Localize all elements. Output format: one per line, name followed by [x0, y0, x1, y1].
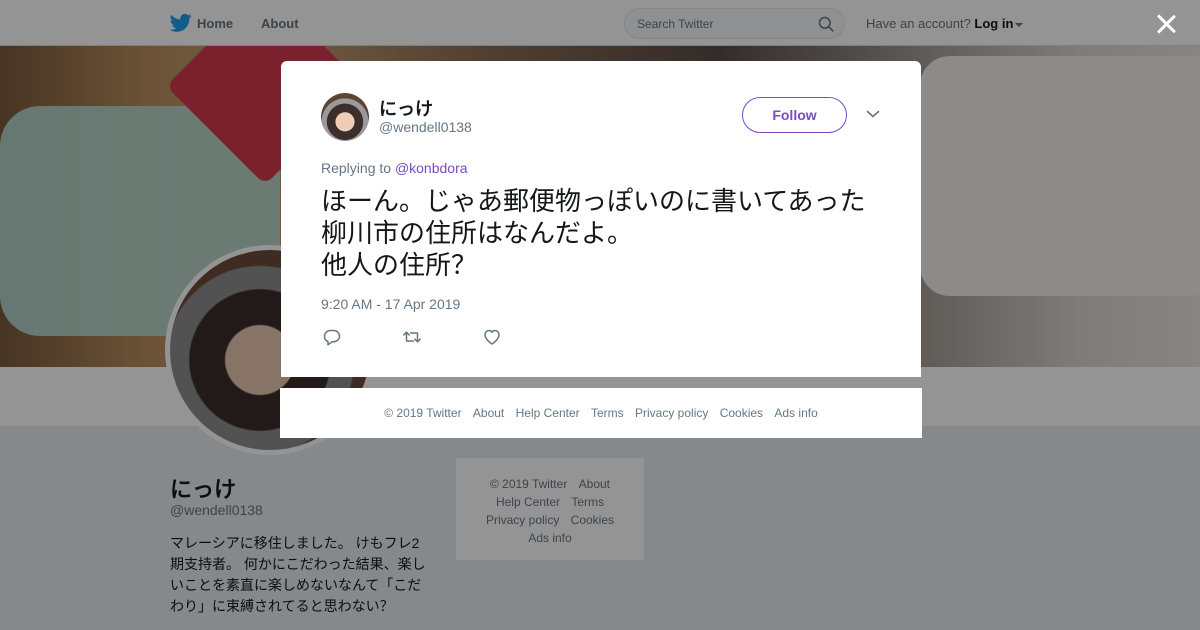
footer-about-link[interactable]: About: [473, 406, 504, 420]
tweet-modal: にっけ @wendell0138 Follow Replying to @kon…: [281, 61, 921, 377]
reply-icon[interactable]: [322, 327, 342, 347]
chevron-down-icon[interactable]: [866, 109, 880, 119]
tweet-author-avatar[interactable]: [321, 93, 369, 141]
close-icon[interactable]: [1154, 12, 1178, 36]
replying-prefix: Replying to: [321, 160, 392, 176]
footer-help-link[interactable]: Help Center: [516, 406, 580, 420]
modal-footer: © 2019 Twitter About Help Center Terms P…: [280, 388, 922, 438]
tweet-author-name[interactable]: にっけ: [379, 95, 433, 121]
replying-to-link[interactable]: @konbdora: [395, 160, 468, 176]
footer-ads-link[interactable]: Ads info: [774, 406, 817, 420]
follow-button[interactable]: Follow: [742, 97, 847, 133]
footer-cookies-link[interactable]: Cookies: [720, 406, 763, 420]
tweet-text: ほーん。じゃあ郵便物っぽいのに書いてあった柳川市の住所はなんだよ。 他人の住所？: [321, 186, 866, 280]
like-icon[interactable]: [482, 327, 502, 347]
tweet-author-handle[interactable]: @wendell0138: [379, 119, 472, 135]
retweet-icon[interactable]: [402, 327, 422, 347]
footer-terms-link[interactable]: Terms: [591, 406, 624, 420]
tweet-timestamp[interactable]: 9:20 AM - 17 Apr 2019: [321, 296, 460, 312]
replying-to: Replying to @konbdora: [321, 160, 468, 176]
footer-copyright: © 2019 Twitter: [384, 406, 462, 420]
footer-privacy-link[interactable]: Privacy policy: [635, 406, 708, 420]
